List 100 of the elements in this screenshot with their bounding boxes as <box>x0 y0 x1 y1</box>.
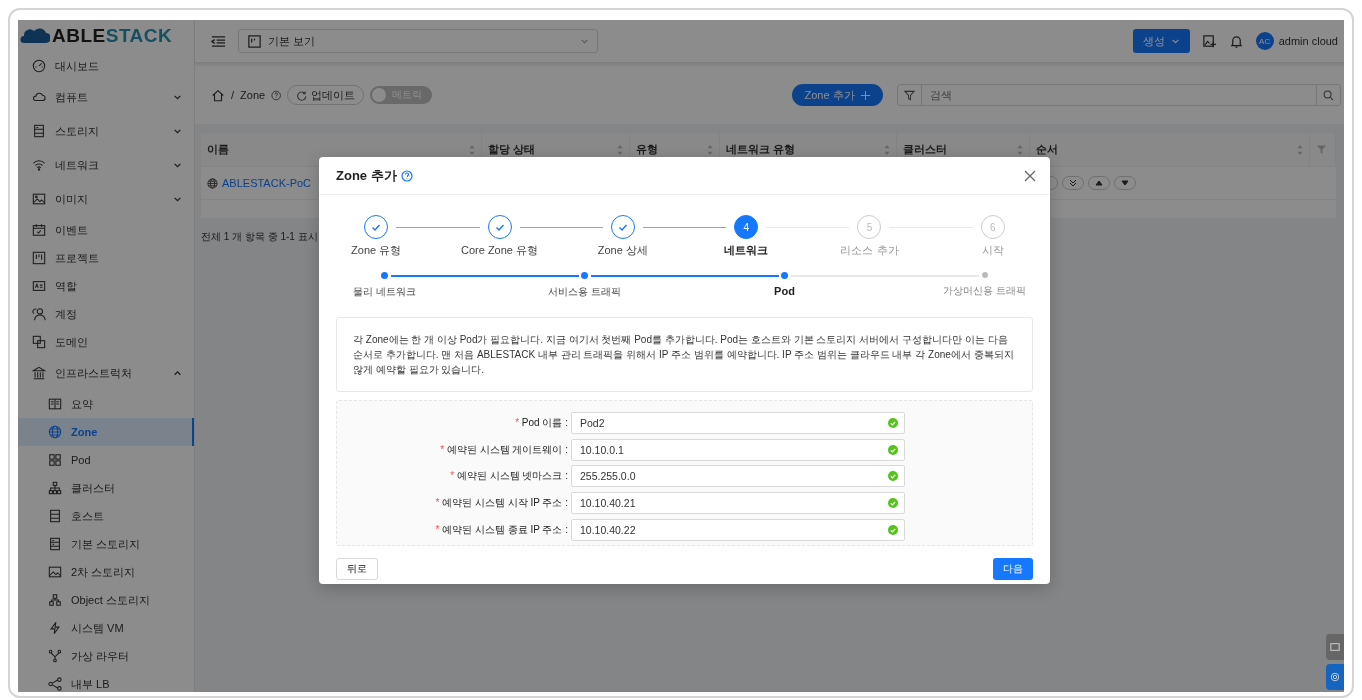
sidebar-item[interactable]: 인프라스트럭처 <box>18 356 194 390</box>
search-field[interactable]: 검색 <box>896 84 1341 106</box>
triangle-up-icon <box>1095 179 1103 187</box>
help-icon <box>400 169 413 182</box>
id-card-icon <box>32 279 46 293</box>
sidebar-item[interactable]: 네트워크 <box>18 148 194 182</box>
modal-title: Zone 추가 <box>336 166 397 185</box>
sidebar-item[interactable]: 기본 스토리지 <box>18 530 194 558</box>
sidebar-item[interactable]: 대시보드 <box>18 52 194 80</box>
step-label: Zone 유형 <box>351 243 402 258</box>
triangle-down-icon <box>1121 179 1129 187</box>
pagination-summary: 전체 1 개 항목 중 1-1 표시 <box>201 230 319 244</box>
field-label: 예약된 시스템 종료 IP 주소 : <box>442 523 568 535</box>
step-indicator: 5 <box>857 215 882 239</box>
double-down-icon <box>1069 179 1077 187</box>
field-label: 예약된 시스템 게이트웨이 : <box>446 443 568 455</box>
input-field[interactable]: 10.10.40.22 <box>571 518 905 541</box>
grid-icon <box>48 453 62 467</box>
sidebar-item[interactable]: 도메인 <box>18 328 194 356</box>
sidebar-item[interactable]: 프로젝트 <box>18 244 194 272</box>
bank-icon <box>32 366 46 380</box>
image-add-icon[interactable] <box>1201 33 1217 49</box>
layout-icon <box>247 33 262 49</box>
hierarchy-icon <box>48 593 62 607</box>
calendar-icon <box>32 223 46 237</box>
search-icon[interactable] <box>1323 89 1334 101</box>
sidebar-item[interactable]: Pod <box>18 446 194 474</box>
book-icon <box>48 397 62 411</box>
input-field[interactable]: 10.10.40.21 <box>571 492 905 515</box>
floating-button[interactable] <box>1326 634 1344 660</box>
step-indicator: 6 <box>980 215 1005 239</box>
next-button[interactable]: 다음 <box>993 557 1033 580</box>
hierarchy-icon <box>48 481 62 495</box>
breadcrumb-separator: / <box>231 89 235 101</box>
sidebar-item[interactable]: 클러스터 <box>18 474 194 502</box>
required-mark: * <box>450 470 455 482</box>
field-label: 예약된 시스템 넷마스크 : <box>456 470 568 482</box>
sidebar-item[interactable]: 호스트 <box>18 502 194 530</box>
substep-label: 가상머신용 트래픽 <box>943 284 1026 298</box>
user-name[interactable]: admin cloud <box>1278 35 1338 47</box>
add-zone-button[interactable]: Zone 추가 <box>792 84 883 106</box>
order-button[interactable] <box>1088 176 1110 190</box>
user-avatar[interactable]: AC <box>1255 32 1274 50</box>
input-field[interactable]: Pod2 <box>571 412 905 434</box>
sidebar-item[interactable]: 이미지 <box>18 182 194 216</box>
substep-label: 물리 네트워크 <box>353 285 416 299</box>
sidebar-item[interactable]: 내부 LB <box>18 670 194 692</box>
sidebar-item[interactable]: 시스템 VM <box>18 614 194 642</box>
sidebar-item[interactable]: Object 스토리지 <box>18 586 194 614</box>
zone-link[interactable]: ABLESTACK-PoC <box>222 177 312 189</box>
overlapping-squares-icon <box>32 335 46 349</box>
required-mark: * <box>435 523 440 535</box>
plus-icon <box>859 89 871 101</box>
required-mark: * <box>435 497 440 509</box>
home-icon[interactable] <box>211 87 226 103</box>
menu-icon[interactable] <box>211 33 226 49</box>
column-header[interactable]: 할당 상태 <box>488 142 617 157</box>
input-field[interactable]: 255.255.0.0 <box>571 465 905 488</box>
sidebar-item[interactable]: 이벤트 <box>18 216 194 244</box>
sidebar-item[interactable]: 컴퓨트 <box>18 80 194 114</box>
share-icon <box>48 677 62 691</box>
substep-label: Pod <box>774 285 795 297</box>
substep-label: 서비스용 트래픽 <box>548 285 621 299</box>
gauge-icon <box>32 59 46 73</box>
column-header[interactable]: 클러스터 <box>903 142 1017 157</box>
sidebar-item[interactable]: 계정 <box>18 300 194 328</box>
back-button[interactable]: 뒤로 <box>336 557 378 580</box>
required-mark: * <box>440 443 445 455</box>
server-icon <box>32 124 46 138</box>
column-header[interactable]: 네트워크 유형 <box>726 142 884 157</box>
step-indicator: 4 <box>734 215 759 239</box>
sidebar-item[interactable]: 요약 <box>18 390 194 418</box>
column-header[interactable]: 유형 <box>636 142 707 157</box>
picture-icon <box>32 192 46 206</box>
sidebar-item[interactable]: 가상 라우터 <box>18 642 194 670</box>
order-button[interactable] <box>1114 176 1136 190</box>
settings-button[interactable] <box>1326 664 1344 690</box>
picture-icon <box>48 565 62 579</box>
view-select[interactable]: 기본 보기 <box>238 29 598 53</box>
order-button[interactable] <box>1062 176 1084 190</box>
logo-wordmark: ABLESTACK <box>52 25 173 47</box>
board-icon <box>32 251 46 265</box>
field-label: 예약된 시스템 시작 IP 주소 : <box>442 497 568 509</box>
refresh-button[interactable]: 업데이트 <box>287 85 365 105</box>
users-icon <box>32 307 46 321</box>
close-icon[interactable] <box>1024 169 1036 182</box>
create-button[interactable]: 생성 <box>1132 29 1190 53</box>
server-icon <box>48 509 62 523</box>
search-input[interactable]: 검색 <box>921 85 1316 105</box>
bell-icon[interactable] <box>1228 33 1244 49</box>
wifi-icon <box>32 158 46 172</box>
sidebar-item[interactable]: 스토리지 <box>18 114 194 148</box>
column-header[interactable]: 이름 <box>207 142 469 157</box>
filter-icon[interactable] <box>903 89 915 101</box>
column-header[interactable]: 순서 <box>1036 142 1297 157</box>
lightning-icon <box>48 621 62 635</box>
sidebar-item[interactable]: 2차 스토리지 <box>18 558 194 586</box>
step-label: 네트워크 <box>724 243 769 258</box>
input-field[interactable]: 10.10.0.1 <box>571 438 905 461</box>
sidebar-item[interactable]: 역할 <box>18 272 194 300</box>
